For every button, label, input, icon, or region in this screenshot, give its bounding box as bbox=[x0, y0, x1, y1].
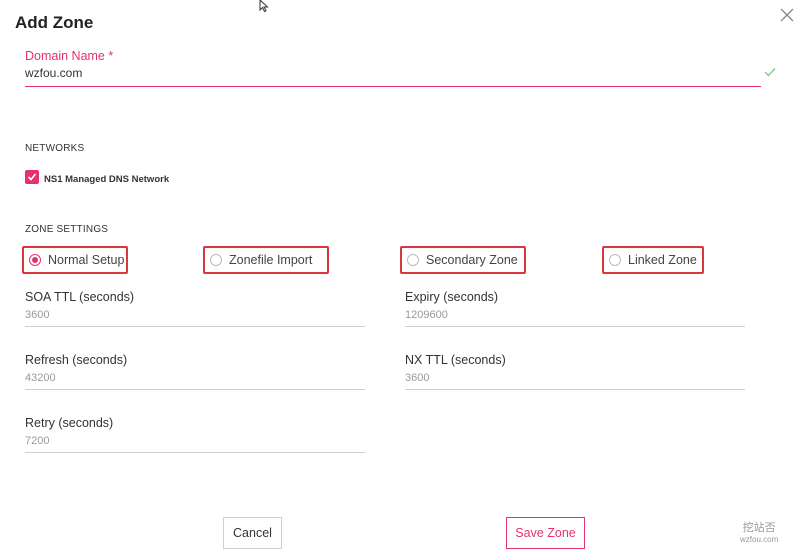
radio-label: Linked Zone bbox=[628, 253, 697, 267]
retry-label: Retry (seconds) bbox=[25, 416, 114, 430]
watermark-url: wzfou.com bbox=[740, 535, 779, 544]
soa-ttl-input[interactable]: 3600 bbox=[25, 309, 49, 321]
domain-name-underline bbox=[25, 86, 761, 87]
dialog-title: Add Zone bbox=[15, 13, 94, 32]
radio-zonefile-import[interactable]: Zonefile Import bbox=[203, 246, 329, 274]
soa-ttl-label: SOA TTL (seconds) bbox=[25, 290, 135, 304]
expiry-input[interactable]: 1209600 bbox=[405, 309, 448, 321]
radio-unchecked-icon bbox=[210, 254, 222, 266]
soa-ttl-underline bbox=[25, 326, 365, 327]
nx-ttl-underline bbox=[405, 389, 745, 390]
networks-heading: NETWORKS bbox=[25, 143, 85, 154]
radio-linked-zone[interactable]: Linked Zone bbox=[602, 246, 704, 274]
refresh-underline bbox=[25, 389, 365, 390]
radio-label: Zonefile Import bbox=[229, 253, 313, 267]
expiry-underline bbox=[405, 326, 745, 327]
save-zone-button[interactable]: Save Zone bbox=[506, 517, 585, 549]
nx-ttl-label: NX TTL (seconds) bbox=[405, 353, 506, 367]
check-icon bbox=[764, 68, 776, 77]
watermark: 挖站否 wzfou.com bbox=[740, 522, 778, 546]
ns1-network-label: NS1 Managed DNS Network bbox=[44, 174, 170, 185]
retry-underline bbox=[25, 452, 365, 453]
radio-secondary-zone[interactable]: Secondary Zone bbox=[400, 246, 526, 274]
radio-normal-setup[interactable]: Normal Setup bbox=[22, 246, 128, 274]
ns1-network-checkbox[interactable] bbox=[25, 170, 39, 184]
close-icon[interactable] bbox=[779, 7, 795, 23]
checkmark-icon bbox=[27, 173, 37, 181]
refresh-input[interactable]: 43200 bbox=[25, 372, 56, 384]
retry-input[interactable]: 7200 bbox=[25, 435, 49, 447]
zone-settings-heading: ZONE SETTINGS bbox=[25, 224, 109, 235]
watermark-title: 挖站否 bbox=[742, 522, 776, 534]
domain-name-label: Domain Name * bbox=[25, 49, 114, 63]
refresh-label: Refresh (seconds) bbox=[25, 353, 128, 367]
radio-label: Secondary Zone bbox=[426, 253, 518, 267]
nx-ttl-input[interactable]: 3600 bbox=[405, 372, 429, 384]
radio-checked-icon bbox=[29, 254, 41, 266]
domain-name-input[interactable]: wzfou.com bbox=[25, 66, 82, 80]
radio-label: Normal Setup bbox=[48, 253, 125, 267]
radio-unchecked-icon bbox=[407, 254, 419, 266]
cancel-button[interactable]: Cancel bbox=[223, 517, 282, 549]
cursor-icon bbox=[259, 0, 269, 12]
radio-unchecked-icon bbox=[609, 254, 621, 266]
expiry-label: Expiry (seconds) bbox=[405, 290, 499, 304]
